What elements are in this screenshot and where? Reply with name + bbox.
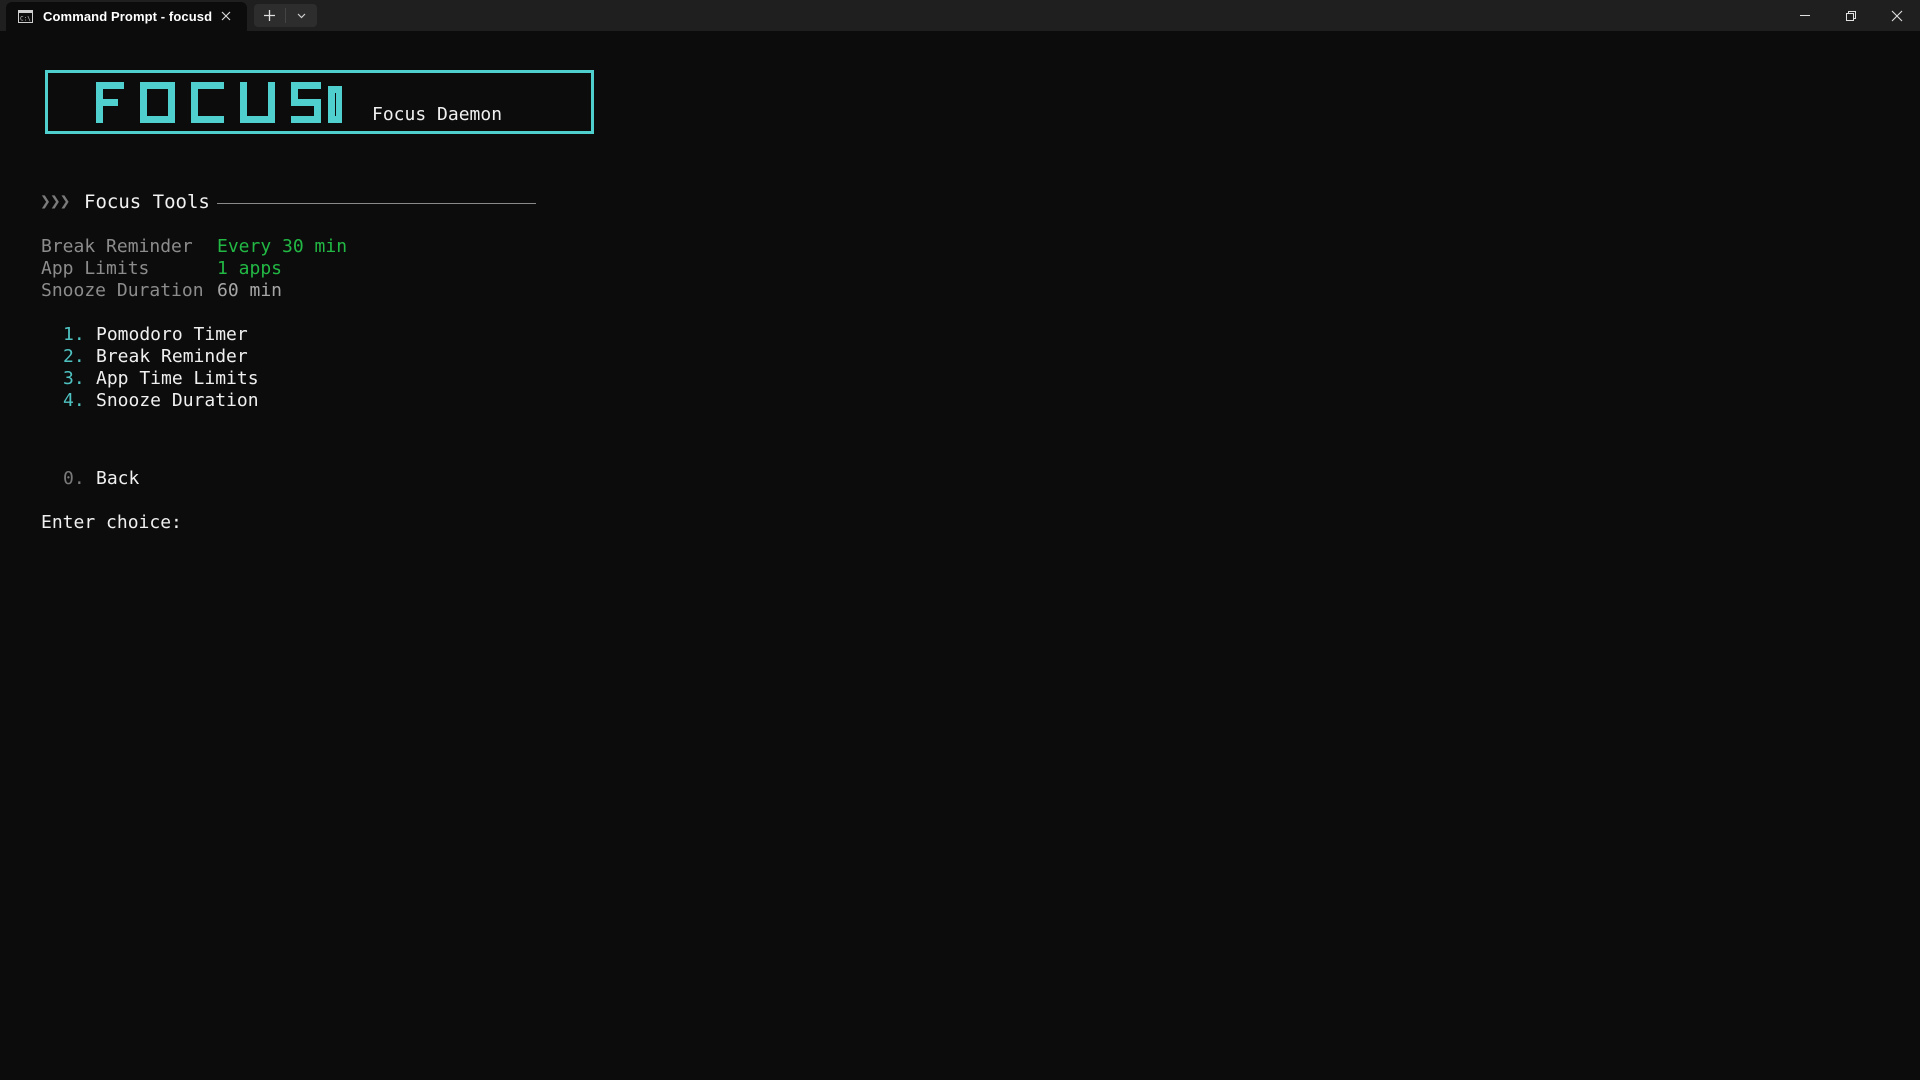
section-header: ❯❯❯ Focus Tools	[40, 191, 540, 215]
menu-item-back: 0. Back	[41, 468, 341, 490]
section-title: Focus Tools	[84, 191, 210, 213]
tab-command-prompt[interactable]: C:\ Command Prompt - focusd	[6, 2, 247, 31]
menu-label: App Time Limits	[96, 368, 259, 389]
plus-icon	[264, 10, 275, 21]
app-banner: Focus Daemon	[45, 70, 594, 134]
menu-number: 0.	[63, 468, 85, 489]
status-row: Break Reminder Every 30 min	[41, 236, 441, 258]
new-tab-button[interactable]	[254, 4, 285, 27]
minimize-icon	[1800, 15, 1810, 16]
close-tab-icon[interactable]	[218, 8, 234, 24]
input-prompt[interactable]: Enter choice:	[41, 512, 182, 534]
restore-icon	[1846, 11, 1856, 21]
menu-number: 4.	[63, 390, 85, 411]
status-row: Snooze Duration 60 min	[41, 280, 441, 302]
status-list: Break Reminder Every 30 min App Limits 1…	[41, 236, 441, 302]
maximize-button[interactable]	[1828, 0, 1874, 31]
status-value: Every 30 min	[217, 236, 348, 257]
menu-number: 3.	[63, 368, 85, 389]
terminal-icon: C:\	[18, 10, 33, 23]
status-label: App Limits	[41, 258, 150, 279]
svg-text:C:\: C:\	[20, 16, 31, 23]
terminal-output[interactable]: Focus Daemon ❯❯❯ Focus Tools Break Remin…	[0, 31, 1920, 1080]
tab-title: Command Prompt - focusd	[43, 9, 213, 24]
menu-label: Break Reminder	[96, 346, 248, 367]
status-label: Snooze Duration	[41, 280, 204, 301]
close-button[interactable]	[1874, 0, 1920, 31]
menu-item-snooze-duration: 4. Snooze Duration	[41, 390, 441, 412]
menu-list: 1. Pomodoro Timer 2. Break Reminder 3. A…	[41, 324, 441, 412]
status-value: 1 apps	[217, 258, 283, 279]
chevrons-icon: ❯❯❯	[40, 191, 70, 212]
menu-label: Snooze Duration	[96, 390, 259, 411]
menu-number: 1.	[63, 324, 85, 345]
minimize-button[interactable]	[1782, 0, 1828, 31]
menu-item-pomodoro-timer: 1. Pomodoro Timer	[41, 324, 441, 346]
new-tab-group	[254, 4, 317, 27]
focusd-logo	[96, 82, 342, 123]
menu-label: Back	[96, 468, 140, 489]
menu-item-break-reminder: 2. Break Reminder	[41, 346, 441, 368]
section-divider	[217, 203, 536, 204]
chevron-down-icon	[297, 13, 306, 19]
title-bar: C:\ Command Prompt - focusd	[0, 0, 1920, 31]
menu-number: 2.	[63, 346, 85, 367]
tab-dropdown-button[interactable]	[286, 4, 317, 27]
close-icon	[1891, 10, 1903, 22]
menu-label: Pomodoro Timer	[96, 324, 248, 345]
banner-subtitle: Focus Daemon	[372, 104, 503, 125]
terminal-window: C:\ Command Prompt - focusd Focus Daemon…	[0, 0, 1920, 1080]
status-label: Break Reminder	[41, 236, 193, 257]
status-value: 60 min	[217, 280, 283, 301]
menu-item-app-time-limits: 3. App Time Limits	[41, 368, 441, 390]
status-row: App Limits 1 apps	[41, 258, 441, 280]
